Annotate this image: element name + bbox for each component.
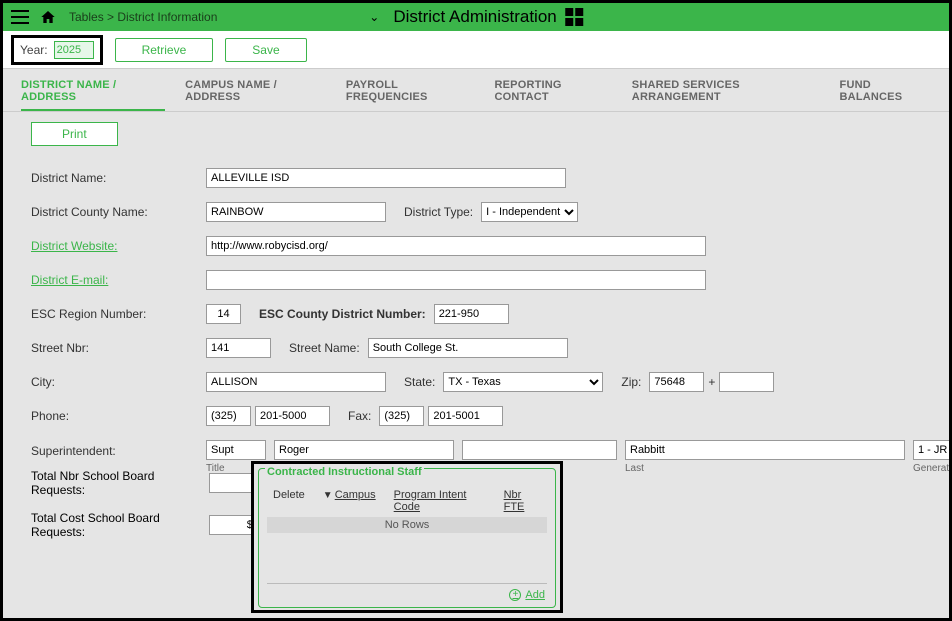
district-county-name-input[interactable] <box>206 202 386 222</box>
district-email-input[interactable] <box>206 270 706 290</box>
district-email-link[interactable]: District E-mail: <box>31 273 206 287</box>
label-esc-region: ESC Region Number: <box>31 307 206 321</box>
sup-first-input[interactable] <box>274 440 454 460</box>
cis-title: Contracted Instructional Staff <box>265 466 424 478</box>
district-website-link[interactable]: District Website: <box>31 239 206 253</box>
phone-number-input[interactable] <box>255 406 330 426</box>
cis-no-rows: No Rows <box>267 517 547 533</box>
label-superintendent: Superintendent: <box>31 440 206 458</box>
apps-icon[interactable] <box>565 8 583 26</box>
sub-last: Last <box>625 463 905 474</box>
contracted-instructional-staff-panel: Contracted Instructional Staff Delete ▼C… <box>251 461 563 613</box>
sup-middle-input[interactable] <box>462 440 617 460</box>
fax-area-input[interactable] <box>379 406 424 426</box>
tab-shared-services[interactable]: SHARED SERVICES ARRANGEMENT <box>632 79 820 111</box>
district-website-input[interactable] <box>206 236 706 256</box>
cis-col-delete: Delete <box>273 489 305 513</box>
label-district-county-name: District County Name: <box>31 205 206 219</box>
breadcrumb[interactable]: Tables > District Information <box>69 10 217 24</box>
label-district-type: District Type: <box>404 205 473 219</box>
zip-separator: + <box>708 375 715 389</box>
zip4-input[interactable] <box>719 372 774 392</box>
year-highlight-box: Year: <box>11 35 103 65</box>
street-nbr-input[interactable] <box>206 338 271 358</box>
district-type-select[interactable]: I - Independent <box>481 202 578 222</box>
tab-campus-name-address[interactable]: CAMPUS NAME / ADDRESS <box>185 79 326 111</box>
label-fax: Fax: <box>348 409 371 423</box>
tab-district-name-address[interactable]: DISTRICT NAME / ADDRESS <box>21 79 165 111</box>
label-total-cost: Total Cost School Board Requests: <box>31 511 209 539</box>
tab-fund-balances[interactable]: FUND BALANCES <box>840 79 931 111</box>
label-zip: Zip: <box>621 375 641 389</box>
home-icon[interactable] <box>39 9 57 25</box>
label-street-name: Street Name: <box>289 341 360 355</box>
cis-col-campus[interactable]: ▼Campus <box>323 489 376 513</box>
cis-add-button[interactable]: + Add <box>509 589 545 601</box>
phone-area-input[interactable] <box>206 406 251 426</box>
sub-gen: Generation <box>913 463 952 474</box>
sup-title-input[interactable] <box>206 440 266 460</box>
save-button[interactable]: Save <box>225 38 306 62</box>
sup-generation-select[interactable]: 1 - JR <box>913 440 952 460</box>
label-city: City: <box>31 375 206 389</box>
sup-last-input[interactable] <box>625 440 905 460</box>
cis-col-program-intent-code[interactable]: Program Intent Code <box>394 489 486 513</box>
chevron-down-icon[interactable]: ⌄ <box>369 10 379 24</box>
page-title: District Administration <box>393 7 556 27</box>
label-district-name: District Name: <box>31 171 206 185</box>
cis-col-nbr-fte[interactable]: Nbr FTE <box>504 489 541 513</box>
state-select[interactable]: TX - Texas <box>443 372 603 392</box>
city-input[interactable] <box>206 372 386 392</box>
street-name-input[interactable] <box>368 338 568 358</box>
esc-cdn-input[interactable] <box>434 304 509 324</box>
label-street-nbr: Street Nbr: <box>31 341 206 355</box>
print-button[interactable]: Print <box>31 122 118 146</box>
retrieve-button[interactable]: Retrieve <box>115 38 214 62</box>
label-phone: Phone: <box>31 409 206 423</box>
label-esc-cdn: ESC County District Number: <box>259 307 426 321</box>
label-state: State: <box>404 375 435 389</box>
label-total-nbr: Total Nbr School Board Requests: <box>31 469 209 497</box>
zip-input[interactable] <box>649 372 704 392</box>
year-label: Year: <box>20 43 48 57</box>
esc-region-input[interactable] <box>206 304 241 324</box>
fax-number-input[interactable] <box>428 406 503 426</box>
tab-payroll-frequencies[interactable]: PAYROLL FREQUENCIES <box>346 79 475 111</box>
district-name-input[interactable] <box>206 168 566 188</box>
plus-icon: + <box>509 589 521 601</box>
tab-reporting-contact[interactable]: REPORTING CONTACT <box>495 79 612 111</box>
menu-icon[interactable] <box>11 10 29 24</box>
year-input[interactable] <box>54 41 94 59</box>
sort-indicator-icon: ▼ <box>323 490 333 501</box>
